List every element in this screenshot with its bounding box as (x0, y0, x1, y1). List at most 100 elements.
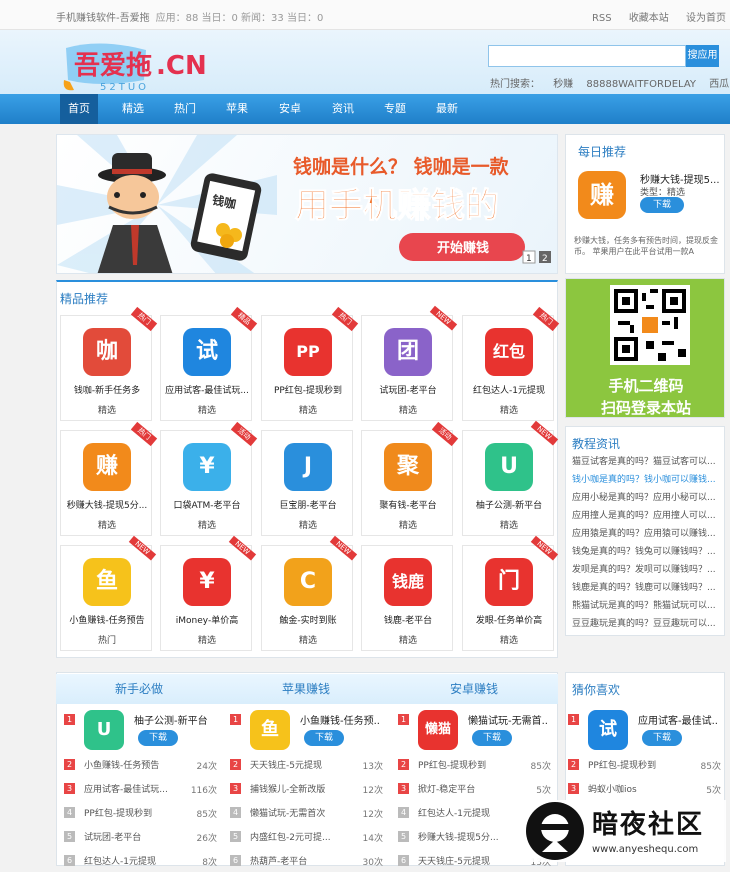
tutorial-item[interactable]: 豆豆趣玩是真的吗？豆豆趣玩可以... (566, 615, 724, 633)
nav-featured[interactable]: 精选 (114, 94, 152, 124)
app-name[interactable]: 发眼-任务单价高 (463, 613, 555, 626)
rank-row[interactable]: 3 应用试客-最佳试玩... 116次 (56, 776, 221, 800)
rank-row[interactable]: 3 捕钱猴儿-全新改版 12次 (222, 776, 387, 800)
rank-row[interactable]: 5 试玩团-老平台 26次 (56, 824, 221, 848)
app-card[interactable]: ¥ NEW iMoney-单价高 精选 (160, 535, 257, 651)
rank-title[interactable]: PP红包-提现秒到 (588, 758, 688, 771)
app-name[interactable]: 钱咖-新手任务多 (61, 383, 153, 396)
rank-row[interactable]: 2 天天钱庄-5元提现 13次 (222, 752, 387, 776)
rank-top-icon[interactable]: 懒猫 (418, 710, 458, 750)
app-name[interactable]: 红包达人-1元提现 (463, 383, 555, 396)
app-name[interactable]: 试玩团-老平台 (362, 383, 454, 396)
app-icon[interactable]: 门 (485, 558, 533, 606)
tutorial-item[interactable]: 应用小秘是真的吗？应用小秘可以... (566, 489, 724, 507)
app-name[interactable]: 应用试客-最佳试玩... (161, 383, 253, 396)
rank-row[interactable]: 6 红包达人-1元提现 8次 (56, 848, 221, 872)
search-input[interactable] (488, 45, 686, 67)
rank-title[interactable]: 秒赚大钱-提现5分... (418, 830, 518, 843)
app-name[interactable]: 柚子公测-新平台 (463, 498, 555, 511)
tutorial-item[interactable]: 钱鹿是真的吗？钱鹿可以赚钱吗？... (566, 579, 724, 597)
rank-row[interactable]: 4 懒猫试玩-无需首次 12次 (222, 800, 387, 824)
app-name[interactable]: 聚有钱-老平台 (362, 498, 454, 511)
rank-top-name[interactable]: 小鱼赚钱-任务预... (300, 712, 380, 727)
app-card[interactable]: C NEW 触金-实时到账 精选 (261, 535, 358, 651)
app-icon[interactable]: 鱼 (83, 558, 131, 606)
site-logo[interactable]: 吾爱拖 .CN 52TUO (60, 40, 265, 98)
app-card[interactable]: J 巨宝朋-老平台 精选 (261, 430, 353, 536)
app-icon[interactable]: ¥ (183, 558, 231, 606)
rank-title[interactable]: 蚂蚁小咖ios (588, 782, 688, 795)
rank-title[interactable]: 红包达人-1元提现 (84, 854, 184, 867)
rank-title[interactable]: 试玩团-老平台 (84, 830, 184, 843)
rank-row[interactable]: 4 PP红包-提现秒到 85次 (56, 800, 221, 824)
app-card[interactable]: U NEW 柚子公测-新平台 精选 (462, 420, 559, 536)
nav-android[interactable]: 安卓 (271, 94, 309, 124)
daily-app-icon[interactable]: 赚 (578, 171, 626, 219)
col-apple-title[interactable]: 苹果赚钱 (222, 674, 390, 704)
tutorial-item[interactable]: 钱小咖是真的吗？钱小咖可以赚钱... (566, 471, 724, 489)
app-card[interactable]: 鱼 NEW 小鱼赚钱-任务预告 热门 (60, 535, 157, 651)
app-name[interactable]: 口袋ATM-老平台 (161, 498, 253, 511)
app-card[interactable]: PP 热门 PP红包-提现秒到 精选 (261, 306, 359, 421)
app-icon[interactable]: 红包 (485, 328, 533, 376)
app-icon[interactable]: 咖 (83, 328, 131, 376)
rank-title[interactable]: 小鱼赚钱-任务预告 (84, 758, 184, 771)
app-card[interactable]: 咖热门 钱咖-新手任务多 精选 (60, 306, 158, 421)
rank-row[interactable]: 5 内盛红包-2元可提... 14次 (222, 824, 387, 848)
app-icon[interactable]: PP (284, 328, 332, 376)
nav-latest[interactable]: 最新 (428, 94, 466, 124)
app-icon[interactable]: 试 (183, 328, 231, 376)
rank-top-icon[interactable]: 鱼 (250, 710, 290, 750)
nav-hot[interactable]: 热门 (166, 94, 204, 124)
download-button[interactable]: 下载 (642, 730, 682, 746)
site-tagline[interactable]: 手机赚钱软件-吾爱拖 (56, 13, 150, 24)
rank-top-name[interactable]: 柚子公测-新平台 (134, 712, 214, 727)
app-name[interactable]: iMoney-单价高 (161, 613, 253, 626)
rank-title[interactable]: 捕钱猴儿-全新改版 (250, 782, 350, 795)
set-homepage-link[interactable]: 设为首页 (686, 13, 726, 24)
tutorial-item[interactable]: 应用猿是真的吗？应用猿可以赚钱... (566, 525, 724, 543)
app-icon[interactable]: J (284, 443, 332, 491)
tutorial-item[interactable]: 猫豆试客是真的吗？猫豆试客可以... (566, 453, 724, 471)
rank-title[interactable]: 天天钱庄-5元提现 (250, 758, 350, 771)
app-card[interactable]: 团 NEW 试玩团-老平台 精选 (361, 305, 458, 421)
col-android-title[interactable]: 安卓赚钱 (390, 674, 558, 704)
app-card[interactable]: 试精品 应用试客-最佳试玩... 精选 (160, 306, 258, 421)
rank-title[interactable]: 懒猫试玩-无需首次 (250, 806, 350, 819)
app-name[interactable]: PP红包-提现秒到 (262, 383, 354, 396)
rank-title[interactable]: 热葫芦-老平台 (250, 854, 350, 867)
app-card[interactable]: 门 NEW 发眼-任务单价高 精选 (462, 535, 559, 651)
app-icon[interactable]: 聚 (384, 443, 432, 491)
rank-title[interactable]: 掀灯-稳定平台 (418, 782, 518, 795)
nav-topics[interactable]: 专题 (376, 94, 414, 124)
app-name[interactable]: 钱鹿-老平台 (362, 613, 454, 626)
banner[interactable]: 钱咖 钱咖是什么？ 钱咖是一款 用手机赚钱的 开始赚钱 1 2 (56, 134, 558, 274)
rank-title[interactable]: PP红包-提现秒到 (84, 806, 184, 819)
app-card[interactable]: 聚活动 聚有钱-老平台 精选 (361, 421, 459, 536)
rank-title[interactable]: 天天钱庄-5元提现 (418, 854, 518, 867)
tutorial-item[interactable]: 发呗是真的吗？发呗可以赚钱吗？... (566, 561, 724, 579)
rank-row[interactable]: 6 热葫芦-老平台 30次 (222, 848, 387, 872)
app-name[interactable]: 小鱼赚钱-任务预告 (61, 613, 153, 626)
download-button[interactable]: 下载 (138, 730, 178, 746)
app-card[interactable]: 红包 热门 红包达人-1元提现 精选 (462, 306, 560, 421)
app-card[interactable]: 钱鹿 钱鹿-老平台 精选 (361, 545, 453, 651)
daily-download-button[interactable]: 下载 (640, 197, 684, 213)
hot-search-item[interactable]: 88888WAITFORDELAY (586, 79, 696, 90)
rank-row[interactable]: 3 蚂蚁小咖ios 5次 (560, 776, 725, 800)
nav-apple[interactable]: 苹果 (218, 94, 256, 124)
tutorial-item[interactable]: 应用撞人是真的吗？应用撞人可以... (566, 507, 724, 525)
tutorial-item[interactable]: 熊猫试玩是真的吗？熊猫试玩可以... (566, 597, 724, 615)
guess-top-name[interactable]: 应用试客-最佳试... (638, 712, 718, 727)
nav-home[interactable]: 首页 (60, 94, 98, 124)
rss-link[interactable]: RSS (592, 13, 612, 24)
app-icon[interactable]: C (284, 558, 332, 606)
app-name[interactable]: 触金-实时到账 (262, 613, 354, 626)
hot-search-item[interactable]: 秒赚 (553, 79, 573, 90)
tutorial-item[interactable]: 钱兔是真的吗？钱兔可以赚钱吗？... (566, 543, 724, 561)
download-button[interactable]: 下载 (304, 730, 344, 746)
rank-title[interactable]: 红包达人-1元提现 (418, 806, 518, 819)
daily-app-name[interactable]: 秒赚大钱-提现5... (640, 171, 720, 186)
app-icon[interactable]: U (485, 443, 533, 491)
bookmark-link[interactable]: 收藏本站 (629, 13, 669, 24)
